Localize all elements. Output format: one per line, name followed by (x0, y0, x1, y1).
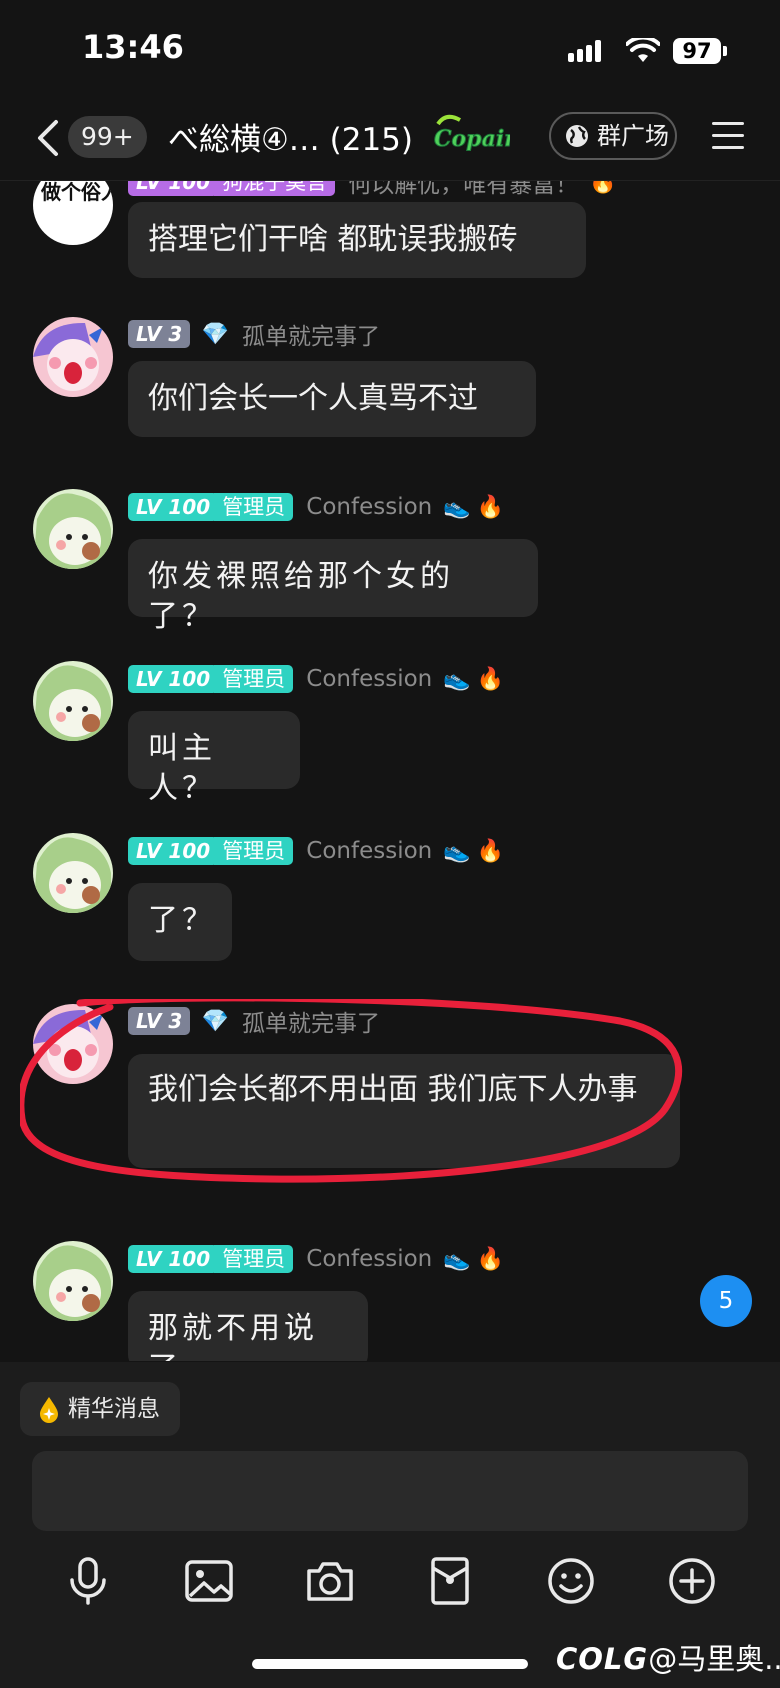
shoe-icon: 👟 (443, 838, 471, 864)
watermark-user: @马里奥.. (648, 1642, 780, 1676)
sender-name[interactable]: Confession (306, 1246, 432, 1272)
essence-label: 精华消息 (68, 1396, 160, 1422)
avatar[interactable] (33, 1004, 113, 1084)
battery-tip (723, 46, 727, 56)
avatar-cartoon-icon (33, 1009, 103, 1078)
watermark-brand: COLG (556, 1642, 649, 1676)
emoji-icon[interactable] (546, 1556, 596, 1606)
message-bubble[interactable]: 我们会长都不用出面 我们底下人办事 (128, 1054, 680, 1168)
unread-count-badge[interactable]: 99+ (68, 116, 147, 158)
group-plaza-label: 群广场 (597, 122, 669, 150)
message-meta: LV 3 💎 孤单就完事了 (128, 1004, 380, 1037)
level-badge: LV 3 (128, 320, 191, 348)
message-bubble[interactable]: 那就不用说了 (128, 1291, 368, 1361)
wifi-icon (626, 38, 660, 62)
message-input[interactable] (32, 1451, 748, 1531)
sparkle-drop-icon (40, 1396, 58, 1423)
avatar[interactable] (33, 833, 113, 913)
group-title[interactable]: べ総横④… (215) (168, 114, 413, 159)
svg-text:做个俗人 贪财好色: 做个俗人 贪财好色 (40, 181, 113, 204)
diamond-icon: 💎 (201, 1008, 229, 1034)
message-bubble[interactable]: 你们会长一个人真骂不过 (128, 361, 536, 437)
avatar-dino-icon (33, 665, 111, 741)
avatar[interactable]: 做个俗人 贪财好色 (33, 181, 113, 245)
sender-name[interactable]: Confession (306, 838, 432, 864)
globe-icon (566, 125, 588, 147)
shoe-icon: 👟 (443, 1246, 471, 1272)
clock: 13:46 (82, 28, 184, 66)
avatar-dino-icon (33, 493, 111, 569)
avatar-calligraphy-icon: 做个俗人 贪财好色 (40, 181, 113, 204)
status-bar: 13:46 97 (0, 0, 780, 100)
new-messages-badge[interactable]: 5 (700, 1275, 752, 1327)
avatar[interactable] (33, 661, 113, 741)
fire-icon: 🔥 (476, 666, 505, 692)
admin-badge: 管理员 (214, 665, 294, 693)
avatar[interactable] (33, 489, 113, 569)
message-meta: LV 100 管理员 Confession 👟 🔥 (128, 493, 504, 523)
camera-icon[interactable] (305, 1556, 355, 1606)
group-plaza-button[interactable]: 群广场 (549, 112, 677, 160)
menu-icon[interactable] (712, 122, 744, 152)
fire-icon: 🔥 (476, 494, 505, 520)
composer-toolbar (0, 1548, 780, 1616)
message-bubble[interactable]: 了？ (128, 883, 232, 961)
level-badge: LV 100 (128, 837, 219, 865)
message-bubble[interactable]: 你发裸照给那个女的了？ (128, 539, 538, 634)
diamond-icon: 💎 (201, 321, 229, 347)
admin-badge: 管理员 (214, 837, 294, 865)
battery-indicator: 97 (673, 38, 721, 64)
level-badge: LV 3 (128, 1007, 191, 1035)
title-badge: 狗混子莫言 (214, 181, 336, 196)
message-meta: LV 100 管理员 Confession 👟 🔥 (128, 665, 504, 695)
level-badge: LV 100 (128, 665, 219, 693)
sender-name[interactable]: 孤单就完事了 (242, 1004, 380, 1038)
home-indicator[interactable] (252, 1659, 528, 1669)
fire-icon: 🔥 (476, 838, 505, 864)
composer-panel: 精华消息 COLG@马里奥.. (0, 1362, 780, 1688)
avatar[interactable] (33, 1241, 113, 1321)
red-packet-icon[interactable] (425, 1556, 475, 1606)
sender-name[interactable]: Confession (306, 494, 432, 520)
level-badge: LV 100 (128, 181, 219, 196)
avatar-dino-icon (33, 1245, 111, 1321)
add-icon[interactable] (667, 1556, 717, 1606)
admin-badge: 管理员 (214, 1245, 294, 1273)
shoe-icon: 👟 (443, 666, 471, 692)
message-meta: LV 3 💎 孤单就完事了 (128, 317, 380, 350)
message-bubble[interactable]: 搭理它们干啥 都耽误我搬砖 (128, 202, 586, 278)
sender-name[interactable]: 孤单就完事了 (242, 317, 380, 351)
avatar-cartoon-icon (33, 322, 103, 391)
chat-header: 99+ べ総横④… (215) Copain 群广场 (0, 100, 780, 181)
copain-logo-text: Copain (434, 126, 510, 152)
sender-name[interactable]: Confession (306, 666, 432, 692)
admin-badge: 管理员 (214, 493, 294, 521)
mic-icon[interactable] (63, 1556, 113, 1606)
avatar[interactable] (33, 317, 113, 397)
avatar-dino-icon (33, 837, 111, 913)
watermark: COLG@马里奥.. (556, 1636, 780, 1678)
copain-logo-icon: Copain (434, 114, 510, 153)
image-icon[interactable] (184, 1556, 234, 1606)
fire-icon: 🔥 (589, 181, 617, 195)
message-bubble[interactable]: 叫主人？ (128, 711, 300, 806)
level-badge: LV 100 (128, 493, 219, 521)
essence-messages-button[interactable]: 精华消息 (20, 1382, 180, 1436)
message-list[interactable]: 做个俗人 贪财好色 LV 100狗混子莫言 何以解忧，唯有暴富！ 🔥 搭理它们干… (0, 181, 780, 1361)
sender-name[interactable]: 何以解忧，唯有暴富！ (348, 181, 578, 199)
message-meta: LV 100 狗混子莫言 何以解忧，唯有暴富！ 🔥 (128, 181, 617, 198)
level-badge: LV 100 (128, 1245, 219, 1273)
back-icon[interactable] (30, 118, 70, 158)
message-meta: LV 100 管理员 Confession 👟 🔥 (128, 837, 504, 867)
shoe-icon: 👟 (443, 494, 471, 520)
message-meta: LV 100 管理员 Confession 👟 🔥 (128, 1245, 504, 1275)
fire-icon: 🔥 (476, 1246, 505, 1272)
